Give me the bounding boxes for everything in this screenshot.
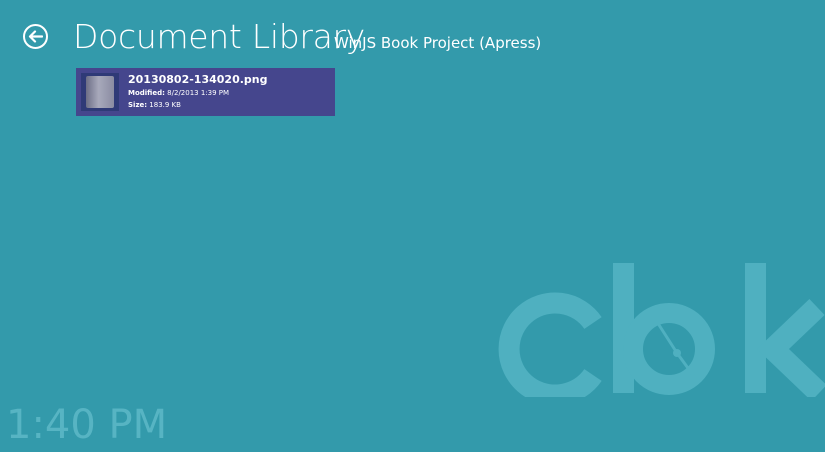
file-modified-label: Modified:: [128, 89, 165, 97]
image-preview: [86, 76, 114, 108]
clok-logo-watermark: [497, 257, 825, 397]
file-name: 20130802-134020.png: [128, 73, 268, 86]
back-button[interactable]: [23, 24, 48, 49]
file-tile[interactable]: 20130802-134020.png Modified: 8/2/2013 1…: [76, 68, 335, 116]
file-modified: Modified: 8/2/2013 1:39 PM: [128, 88, 229, 98]
page-title: Document Library: [73, 17, 366, 56]
arrow-left-icon: [28, 30, 43, 43]
file-modified-value: 8/2/2013 1:39 PM: [167, 89, 230, 97]
file-size-label: Size:: [128, 101, 148, 109]
clock-time: 1:40 PM: [6, 402, 168, 448]
file-size-value: 183.9 KB: [149, 101, 181, 109]
file-thumbnail: [81, 73, 119, 111]
file-size: Size: 183.9 KB: [128, 100, 181, 110]
page-subtitle: WinJS Book Project (Apress): [334, 34, 542, 52]
